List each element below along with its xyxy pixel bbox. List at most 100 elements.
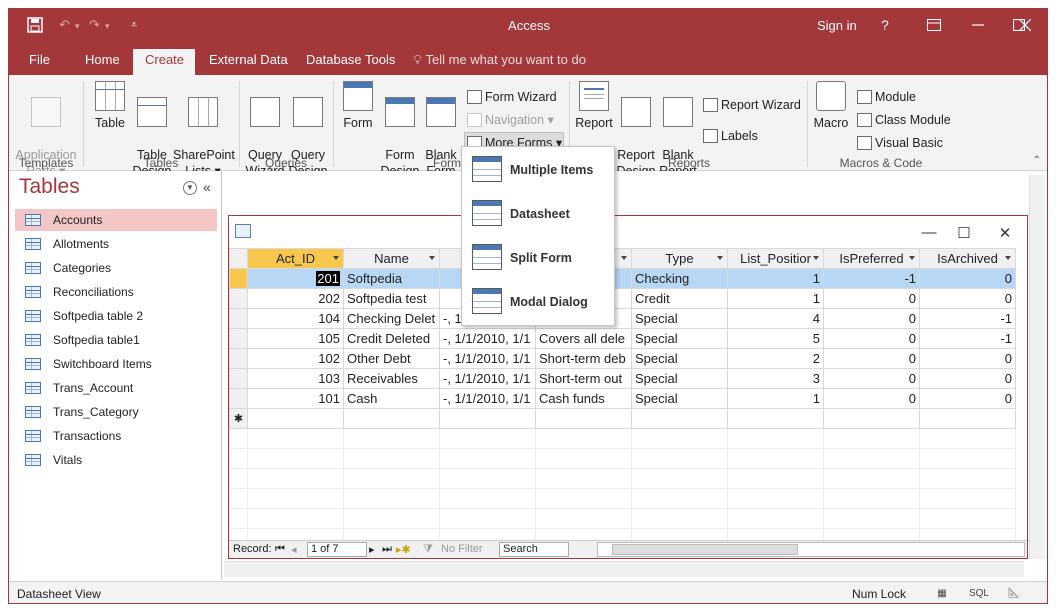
no-filter-label[interactable]: No Filter: [441, 543, 483, 555]
filter-icon[interactable]: ⧩: [423, 543, 433, 556]
table-cell[interactable]: -, 1/1/2010, 1/1: [440, 329, 536, 349]
tab-file[interactable]: File: [17, 49, 62, 75]
column-header[interactable]: IsArchived: [920, 249, 1016, 269]
table-cell[interactable]: 0: [824, 309, 920, 329]
table-row[interactable]: 101Cash-, 1/1/2010, 1/1Cash fundsSpecial…: [230, 389, 1016, 409]
table-cell[interactable]: 0: [824, 369, 920, 389]
nav-item-table[interactable]: Switchboard Items: [15, 353, 217, 375]
column-header[interactable]: List_Positior: [728, 249, 824, 269]
table-cell[interactable]: -, 1/1/2010, 1/1: [440, 389, 536, 409]
record-selector[interactable]: [230, 329, 248, 349]
table-cell[interactable]: Checking: [632, 269, 728, 289]
table-cell[interactable]: 105: [248, 329, 344, 349]
previous-record-icon[interactable]: ◂: [291, 543, 297, 556]
table-row[interactable]: 103Receivables-, 1/1/2010, 1/1Short-term…: [230, 369, 1016, 389]
table-cell[interactable]: 202: [248, 289, 344, 309]
ribbon-display-options-icon[interactable]: [923, 15, 945, 37]
record-selector[interactable]: [230, 389, 248, 409]
datasheet-minimize-icon[interactable]: —: [919, 224, 939, 241]
column-header[interactable]: Name: [344, 249, 440, 269]
table-cell[interactable]: 102: [248, 349, 344, 369]
nav-item-table[interactable]: Softpedia table1: [15, 329, 217, 351]
nav-item-table[interactable]: Trans_Category: [15, 401, 217, 423]
table-row[interactable]: 102Other Debt-, 1/1/2010, 1/1Short-term …: [230, 349, 1016, 369]
table-cell[interactable]: [536, 409, 632, 429]
column-dropdown-icon[interactable]: [1005, 256, 1011, 260]
nav-item-table[interactable]: Accounts: [15, 209, 217, 231]
table-cell[interactable]: 103: [248, 369, 344, 389]
table-cell[interactable]: 0: [920, 349, 1016, 369]
table-row[interactable]: 202Softpedia testpeCredit100: [230, 289, 1016, 309]
table-cell[interactable]: 3: [728, 369, 824, 389]
menu-item[interactable]: Split Form: [466, 238, 612, 278]
table-cell[interactable]: 0: [824, 349, 920, 369]
tab-home[interactable]: Home: [73, 49, 132, 75]
column-header[interactable]: IsPreferred: [824, 249, 920, 269]
table-row[interactable]: 104Checking Delet-, 1/leSpecial40-1: [230, 309, 1016, 329]
next-record-icon[interactable]: ▸: [369, 543, 375, 556]
table-cell[interactable]: -1: [824, 269, 920, 289]
table-row[interactable]: 201SoftpediaftChecking1-10: [230, 269, 1016, 289]
nav-item-table[interactable]: Trans_Account: [15, 377, 217, 399]
table-window-icon[interactable]: [235, 224, 251, 238]
table-cell[interactable]: Other Debt: [344, 349, 440, 369]
column-dropdown-icon[interactable]: [717, 256, 723, 260]
table-cell[interactable]: 0: [920, 389, 1016, 409]
report-button[interactable]: Report: [573, 81, 615, 131]
table-cell[interactable]: -1: [920, 329, 1016, 349]
new-record-row[interactable]: ✱: [230, 409, 1016, 429]
menu-item[interactable]: Multiple Items: [466, 150, 612, 190]
table-button[interactable]: Table: [89, 81, 131, 131]
first-record-icon[interactable]: ⏮: [275, 543, 285, 556]
design-view-icon[interactable]: 📐︎: [1005, 586, 1023, 602]
table-cell[interactable]: 0: [824, 389, 920, 409]
report-wizard-button[interactable]: Report Wizard: [701, 95, 805, 115]
table-cell[interactable]: 0: [824, 289, 920, 309]
collapse-ribbon-icon[interactable]: ⌃: [1033, 155, 1041, 166]
form-wizard-button[interactable]: Form Wizard: [465, 87, 565, 107]
table-cell[interactable]: [248, 409, 344, 429]
table-cell[interactable]: Softpedia test: [344, 289, 440, 309]
column-dropdown-icon[interactable]: [429, 256, 435, 260]
nav-item-table[interactable]: Softpedia table 2: [15, 305, 217, 327]
module-button[interactable]: Module: [855, 87, 955, 107]
maximize-icon[interactable]: [969, 15, 991, 37]
table-cell[interactable]: Special: [632, 389, 728, 409]
table-cell[interactable]: 0: [920, 289, 1016, 309]
tab-database-tools[interactable]: Database Tools: [294, 49, 407, 75]
tab-external-data[interactable]: External Data: [197, 49, 300, 75]
nav-pane-dropdown-icon[interactable]: ▼: [183, 181, 197, 195]
datasheet-maximize-icon[interactable]: ☐: [954, 224, 974, 242]
help-button[interactable]: ?: [881, 17, 889, 33]
table-cell[interactable]: [728, 409, 824, 429]
table-row[interactable]: 105Credit Deleted-, 1/1/2010, 1/1Covers …: [230, 329, 1016, 349]
record-selector[interactable]: [230, 289, 248, 309]
table-cell[interactable]: -, 1/1/2010, 1/1: [440, 349, 536, 369]
table-cell[interactable]: -1: [920, 309, 1016, 329]
table-cell[interactable]: 5: [728, 329, 824, 349]
table-cell[interactable]: [920, 409, 1016, 429]
menu-item[interactable]: Modal Dialog: [466, 282, 612, 322]
table-cell[interactable]: 0: [920, 369, 1016, 389]
table-cell[interactable]: 1: [728, 389, 824, 409]
column-dropdown-icon[interactable]: [813, 256, 819, 260]
tell-me-box[interactable]: 💡︎ Tell me what you want to do: [413, 49, 586, 71]
main-horizontal-scrollbar[interactable]: [224, 561, 1024, 577]
visual-basic-button[interactable]: Visual Basic: [855, 133, 955, 153]
table-cell[interactable]: [632, 409, 728, 429]
record-selector[interactable]: [230, 369, 248, 389]
table-cell[interactable]: Special: [632, 329, 728, 349]
class-module-button[interactable]: Class Module: [855, 110, 955, 130]
table-cell[interactable]: 0: [920, 269, 1016, 289]
table-cell[interactable]: [344, 409, 440, 429]
table-cell[interactable]: Cash funds: [536, 389, 632, 409]
datasheet-close-icon[interactable]: ✕: [995, 224, 1015, 242]
nav-item-table[interactable]: Transactions: [15, 425, 217, 447]
column-dropdown-icon[interactable]: [909, 256, 915, 260]
record-selector[interactable]: [230, 349, 248, 369]
table-cell[interactable]: 4: [728, 309, 824, 329]
record-selector[interactable]: [230, 309, 248, 329]
navigation-button[interactable]: Navigation ▾: [465, 110, 565, 130]
table-cell[interactable]: 1: [728, 289, 824, 309]
table-cell[interactable]: [440, 409, 536, 429]
